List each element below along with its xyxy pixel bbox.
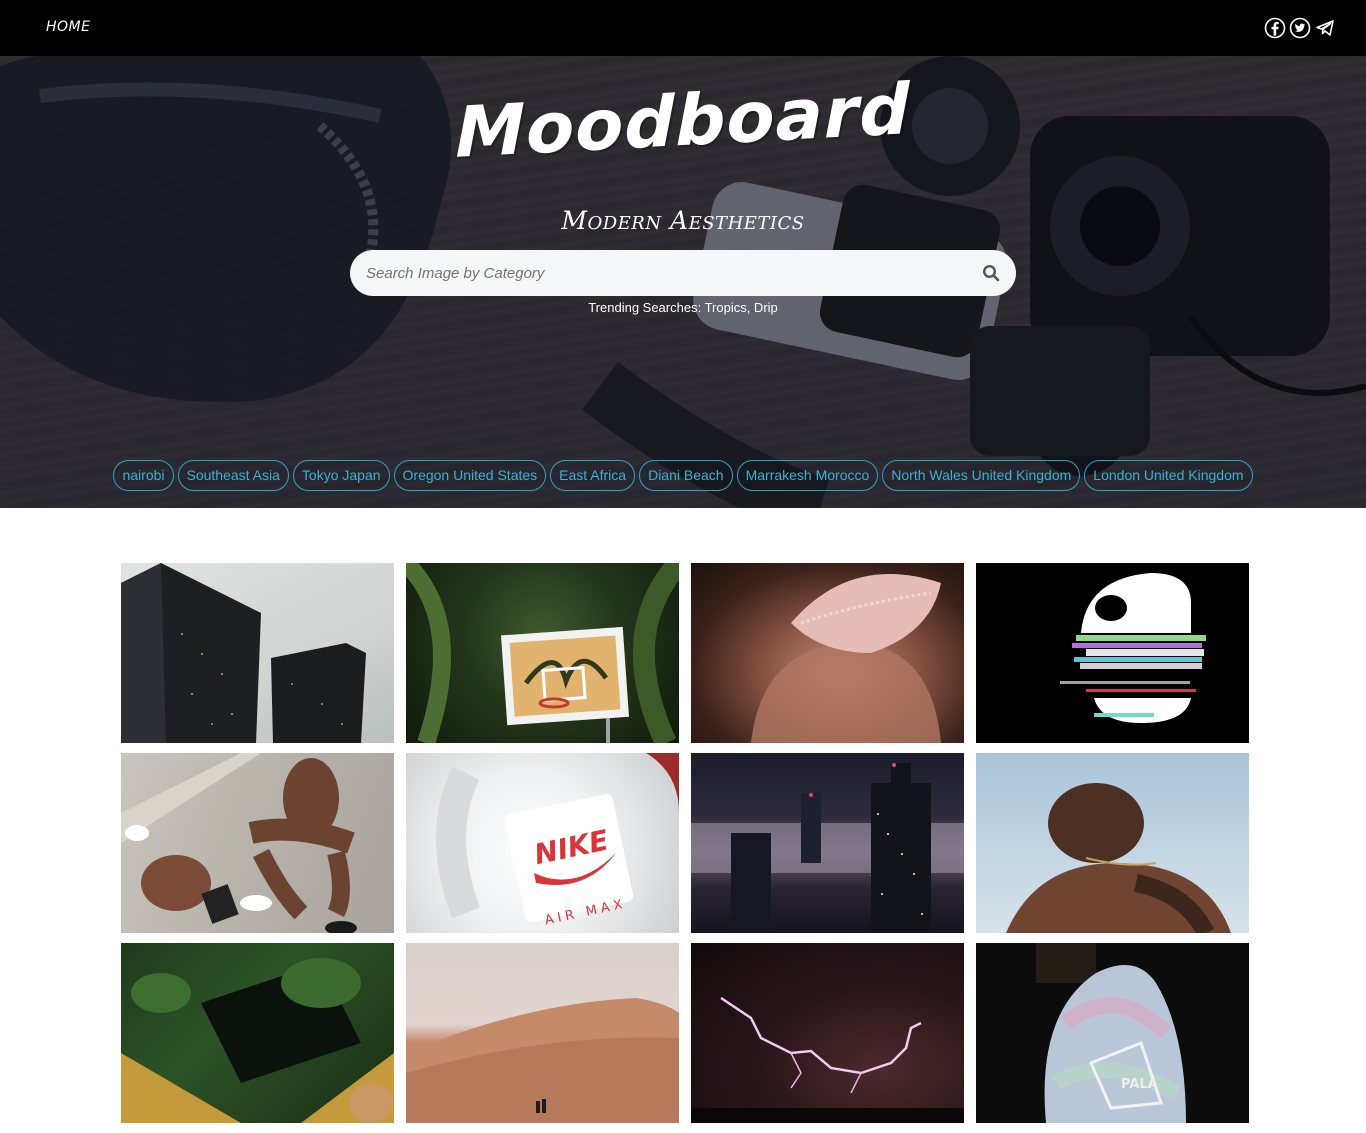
palace-jacket-image: PALA [1036,943,1186,1123]
tag-diani-beach[interactable]: Diani Beach [639,460,733,491]
social-links [1264,17,1336,39]
glitch-ape-image [1060,573,1206,723]
twitter-icon[interactable] [1289,17,1311,39]
tag-southeast-asia[interactable]: Southeast Asia [177,460,289,491]
photo-nike-air-max[interactable]: NIKE AIR MAX [406,753,679,933]
foggy-city-image [691,763,964,933]
photo-basketball-hoop[interactable] [406,563,679,743]
search-input[interactable] [366,250,956,296]
lightning-image [691,996,964,1123]
desert-dunes-image [406,998,679,1123]
photo-lightning[interactable] [691,943,964,1123]
photo-tropical-courtyard[interactable] [121,943,394,1123]
photo-gallery: NIKE AIR MAX PALA [121,563,1249,1123]
hero-banner: Moodboard Modern Aesthetics Trending Sea… [0,56,1366,508]
boxers-image [121,753,357,933]
trending-searches: Trending Searches: Tropics, Drip [588,300,778,315]
tag-east-africa[interactable]: East Africa [550,460,636,491]
search-bar [350,250,1016,296]
photo-lace[interactable] [691,563,964,743]
top-navbar: HOME [0,0,1366,56]
lace-image [751,574,941,743]
photo-foggy-city[interactable] [691,753,964,933]
tag-nairobi[interactable]: nairobi [113,460,174,491]
home-link[interactable]: HOME [46,19,90,35]
photo-desert-dunes[interactable] [406,943,679,1123]
tag-north-wales-united-kingdom[interactable]: North Wales United Kingdom [882,460,1081,491]
site-subtitle: Modern Aesthetics [561,206,805,235]
facebook-icon[interactable] [1264,17,1286,39]
svg-text:PALA: PALA [1121,1077,1158,1092]
man-back-image [1006,783,1231,933]
nike-air-max-image: NIKE AIR MAX [436,753,679,928]
tag-tokyo-japan[interactable]: Tokyo Japan [292,460,390,491]
tropical-courtyard-image [121,958,394,1123]
photo-palace-jacket[interactable]: PALA [976,943,1249,1123]
photo-boxers[interactable] [121,753,394,933]
photo-skyscrapers[interactable] [121,563,394,743]
search-icon[interactable] [982,264,1000,282]
photo-glitch-ape[interactable] [976,563,1249,743]
photo-man-back[interactable] [976,753,1249,933]
basketball-hoop-image [406,563,679,743]
telegram-icon[interactable] [1314,17,1336,39]
skyscrapers-image [121,563,366,743]
location-tags: nairobi Southeast Asia Tokyo Japan Orego… [0,460,1366,491]
tag-london-united-kingdom[interactable]: London United Kingdom [1084,460,1253,491]
tag-marrakesh-morocco[interactable]: Marrakesh Morocco [736,460,879,491]
tag-oregon-united-states[interactable]: Oregon United States [393,460,547,491]
